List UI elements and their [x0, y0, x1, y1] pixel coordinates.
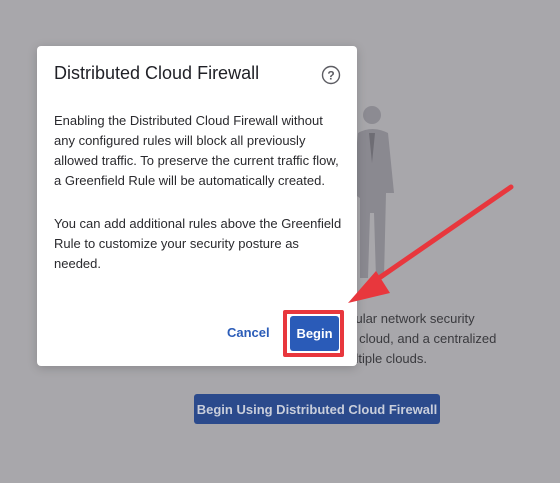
dialog-paragraph: You can add additional rules above the G… [54, 216, 342, 271]
dialog-body: Enabling the Distributed Cloud Firewall … [54, 111, 344, 274]
background-description-line: anular network security [341, 311, 475, 326]
highlight-box [283, 310, 344, 357]
person-illustration-icon [352, 106, 394, 278]
dialog-title: Distributed Cloud Firewall [54, 63, 260, 83]
svg-text:?: ? [327, 68, 334, 82]
begin-using-firewall-button[interactable]: Begin Using Distributed Cloud Firewall [194, 394, 440, 424]
background-description-line: nultiple clouds. [341, 351, 427, 366]
cancel-button[interactable]: Cancel [227, 325, 270, 340]
dialog-paragraph: Enabling the Distributed Cloud Firewall … [54, 113, 339, 188]
background-description: anular network security he cloud, and a … [341, 309, 541, 369]
help-circle-icon[interactable]: ? [321, 65, 341, 85]
background-description-line: he cloud, and a centralized [341, 331, 497, 346]
